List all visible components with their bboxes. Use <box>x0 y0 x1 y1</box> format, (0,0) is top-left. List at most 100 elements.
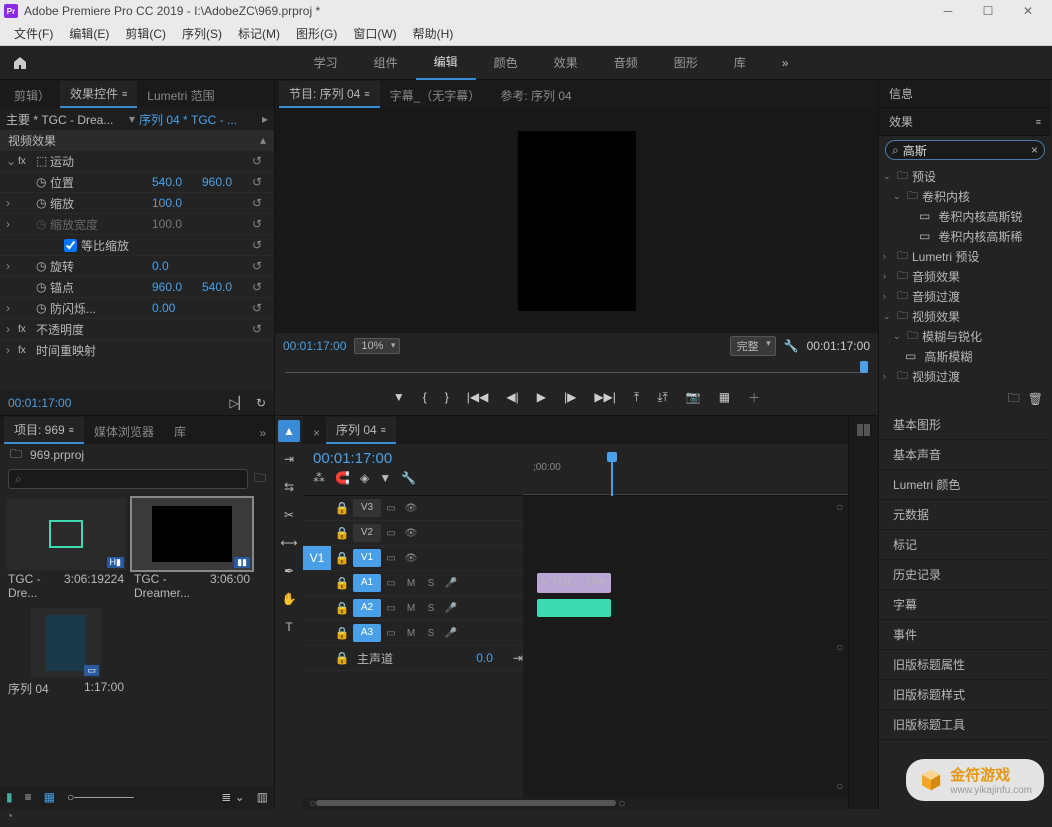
panel-legacy-title-styles[interactable]: 旧版标题样式 <box>879 680 1051 710</box>
panel-essential-sound[interactable]: 基本声音 <box>879 440 1051 470</box>
resolution-select[interactable]: 完整 <box>730 336 776 356</box>
fx-master-clip[interactable]: 主要 * TGC - Drea... <box>6 111 125 128</box>
tab-overflow[interactable]: » <box>255 422 270 444</box>
track-v1[interactable]: V1🔒V1▭👁 <box>303 546 523 571</box>
program-tc-right[interactable]: 00:01:17:00 <box>807 339 870 353</box>
fx-motion[interactable]: ⌄fx⬚运动↺ <box>0 150 274 171</box>
tab-lumetri-scopes[interactable]: Lumetri 范围 <box>137 83 224 108</box>
menu-help[interactable]: 帮助(H) <box>405 23 462 44</box>
track-a1[interactable]: 🔒A1▭MS🎤 <box>303 571 523 596</box>
panel-events[interactable]: 事件 <box>879 620 1051 650</box>
effects-search[interactable]: ⌕ 高斯 × <box>885 140 1045 160</box>
timeline-canvas[interactable]: fx TGC - Dre ○○○ <box>523 496 848 797</box>
delete-icon[interactable]: 🗑 <box>1028 392 1043 406</box>
fx-position[interactable]: ◷位置540.0960.0↺ <box>0 171 274 192</box>
tab-libraries[interactable]: 库 <box>164 419 196 444</box>
new-bin-icon[interactable]: 🗀 <box>1008 389 1020 410</box>
eff-audiofx[interactable]: ›🗀音频效果 <box>879 266 1051 286</box>
minimize-button[interactable]: ─ <box>928 0 968 22</box>
menu-window[interactable]: 窗口(W) <box>345 23 404 44</box>
tab-media-browser[interactable]: 媒体浏览器 <box>84 419 164 444</box>
maximize-button[interactable]: ☐ <box>968 0 1008 22</box>
eff-conv-1[interactable]: ▭卷积内核高斯锐 <box>879 206 1051 226</box>
track-a3[interactable]: 🔒A3▭MS🎤 <box>303 621 523 646</box>
fx-timecode[interactable]: 00:01:17:00 <box>8 396 71 410</box>
pen-tool[interactable]: ✒ <box>278 560 300 582</box>
fx-only-icon[interactable]: ▷▏ <box>229 396 247 410</box>
panel-metadata[interactable]: 元数据 <box>879 500 1051 530</box>
eff-videofx[interactable]: ⌄🗀视频效果 <box>879 306 1051 326</box>
tab-sequence[interactable]: 序列 04≡ <box>326 417 396 444</box>
clip-audio[interactable] <box>537 599 611 617</box>
fx-loop-icon[interactable]: ↻ <box>256 396 266 410</box>
tl-close[interactable]: × <box>307 422 326 444</box>
razor-tool[interactable]: ✂ <box>278 504 300 526</box>
eff-audiotr[interactable]: ›🗀音频过渡 <box>879 286 1051 306</box>
ws-graphics[interactable]: 图形 <box>656 46 716 80</box>
goto-out-icon[interactable]: ▶▶| <box>594 390 616 404</box>
selection-tool[interactable]: ▲ <box>278 420 300 442</box>
mark-clip-icon[interactable]: } <box>445 390 449 404</box>
panel-markers[interactable]: 标记 <box>879 530 1051 560</box>
menu-sequence[interactable]: 序列(S) <box>174 23 230 44</box>
lift-icon[interactable]: ⤒ <box>634 390 639 405</box>
panel-legacy-title-tools[interactable]: 旧版标题工具 <box>879 710 1051 740</box>
panel-history[interactable]: 历史记录 <box>879 560 1051 590</box>
ripple-tool[interactable]: ⇆ <box>278 476 300 498</box>
bin-video[interactable]: ▮▮ TGC - Dreamer...3:06:00 <box>132 498 252 602</box>
tab-effect-controls[interactable]: 效果控件≡ <box>60 81 137 108</box>
tab-captions[interactable]: 字幕_（无字幕） <box>380 83 491 108</box>
tab-reference[interactable]: 参考: 序列 04 <box>490 83 581 108</box>
track-a2[interactable]: 🔒A2▭MS🎤 <box>303 596 523 621</box>
export-frame-icon[interactable]: 📷 <box>686 390 701 404</box>
fx-anchor[interactable]: ◷锚点960.0540.0↺ <box>0 276 274 297</box>
monitor-ruler[interactable] <box>285 359 868 379</box>
eff-conv-2[interactable]: ▭卷积内核高斯稀 <box>879 226 1051 246</box>
timeline-ruler[interactable]: ;00:00 <box>523 444 848 495</box>
menu-graphics[interactable]: 图形(G) <box>288 23 345 44</box>
eff-lumetri[interactable]: ›🗀Lumetri 预设 <box>879 246 1051 266</box>
program-monitor[interactable] <box>275 108 878 333</box>
timeline-scrollbar[interactable]: ○○ <box>303 797 848 809</box>
track-v3[interactable]: 🔒V3▭👁 <box>303 496 523 521</box>
track-v2[interactable]: 🔒V2▭👁 <box>303 521 523 546</box>
ws-overflow[interactable]: » <box>774 56 797 70</box>
panel-captions[interactable]: 字幕 <box>879 590 1051 620</box>
extract-icon[interactable]: ⤓⤒ <box>657 390 668 405</box>
eff-videotr[interactable]: ›🗀视频过渡 <box>879 366 1051 386</box>
panel-lumetri-color[interactable]: Lumetri 颜色 <box>879 470 1051 500</box>
step-back-icon[interactable]: ◀| <box>506 390 518 404</box>
fx-uniform-scale[interactable]: 等比缩放↺ <box>0 234 274 255</box>
linked-sel-icon[interactable]: 🧲 <box>335 471 350 485</box>
menu-file[interactable]: 文件(F) <box>6 23 61 44</box>
fx-time-remap[interactable]: ›fx时间重映射 <box>0 339 274 360</box>
ws-learn[interactable]: 学习 <box>296 46 356 80</box>
track-select-tool[interactable]: ⇥ <box>278 448 300 470</box>
menu-clip[interactable]: 剪辑(C) <box>117 23 174 44</box>
bin-sequence[interactable]: ▭ 序列 041:17:00 <box>6 608 126 699</box>
tab-edit-clip[interactable]: 剪辑） <box>4 83 60 108</box>
track-master[interactable]: 🔒主声道0.0⇥ <box>303 646 523 671</box>
bin-audio[interactable]: H▮ TGC - Dre...3:06:19224 <box>6 498 126 602</box>
panel-essential-graphics[interactable]: 基本图形 <box>879 410 1051 440</box>
fx-sequence-clip[interactable]: 序列 04 * TGC - ... <box>139 111 258 128</box>
step-fwd-icon[interactable]: |▶ <box>564 390 576 404</box>
sort-icon[interactable]: ≣ ⌄ <box>221 790 244 804</box>
ws-color[interactable]: 颜色 <box>476 46 536 80</box>
new-bin-icon[interactable]: 🗀 <box>254 469 266 490</box>
ws-editing[interactable]: 编辑 <box>416 46 476 80</box>
clip-video[interactable]: fx TGC - Dre <box>537 573 611 593</box>
panel-legacy-title-props[interactable]: 旧版标题属性 <box>879 650 1051 680</box>
tab-project[interactable]: 项目: 969≡ <box>4 417 84 444</box>
ws-libraries[interactable]: 库 <box>716 46 764 80</box>
zoom-select[interactable]: 10% <box>354 338 400 354</box>
tab-effects-panel[interactable]: 效果≡ <box>879 108 1051 136</box>
ws-effects[interactable]: 效果 <box>536 46 596 80</box>
fx-scale[interactable]: ›◷缩放100.0↺ <box>0 192 274 213</box>
write-toggle[interactable]: ▮ <box>6 790 13 804</box>
settings-icon[interactable]: 🔧 <box>784 339 799 353</box>
ws-assembly[interactable]: 组件 <box>356 46 416 80</box>
home-button[interactable] <box>0 55 40 71</box>
close-button[interactable]: ✕ <box>1008 0 1048 22</box>
compare-icon[interactable]: ▦ <box>719 390 730 404</box>
